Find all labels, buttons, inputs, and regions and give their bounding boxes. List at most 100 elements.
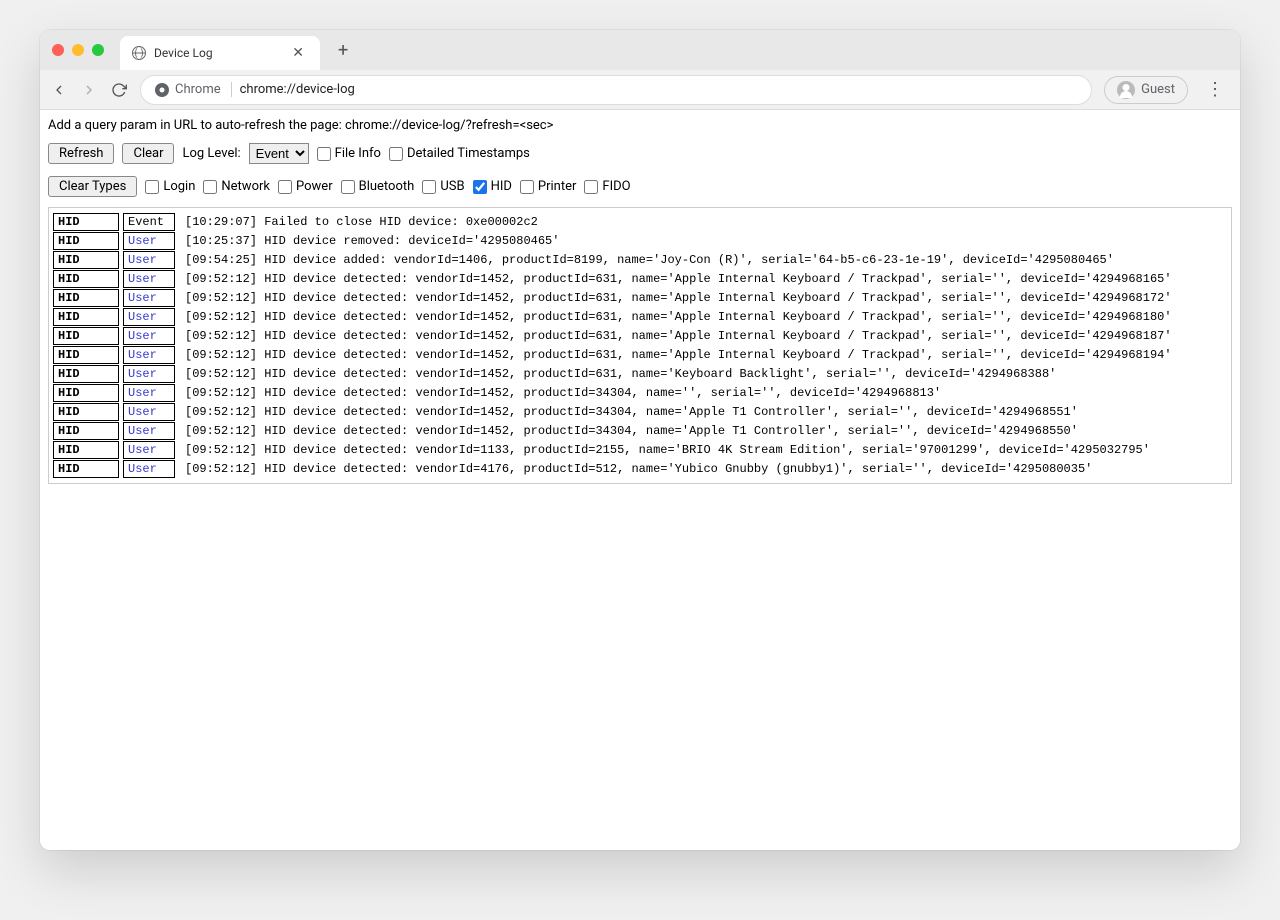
clear-types-button[interactable]: Clear Types — [48, 176, 137, 197]
titlebar: Device Log ✕ + — [40, 30, 1240, 70]
browser-tab[interactable]: Device Log ✕ — [120, 36, 320, 70]
log-message: [10:29:07] Failed to close HID device: 0… — [185, 215, 538, 229]
log-row: HIDUser[09:52:12] HID device detected: v… — [53, 422, 1227, 440]
log-type-tag: HID — [53, 403, 119, 421]
type-filter-checkbox-hid[interactable] — [473, 180, 487, 194]
log-row: HIDUser[09:52:12] HID device detected: v… — [53, 270, 1227, 288]
detailed-timestamps-toggle[interactable]: Detailed Timestamps — [389, 146, 530, 161]
avatar-icon — [1117, 81, 1135, 99]
type-filter-power[interactable]: Power — [278, 179, 333, 194]
toolbar: Chrome chrome://device-log Guest ⋮ — [40, 70, 1240, 110]
window-controls — [52, 44, 104, 56]
log-message: [09:52:12] HID device detected: vendorId… — [185, 272, 1172, 286]
file-info-toggle[interactable]: File Info — [317, 146, 381, 161]
refresh-hint: Add a query param in URL to auto-refresh… — [46, 114, 1234, 137]
log-level-tag: Event — [123, 213, 175, 231]
log-level-tag: User — [123, 327, 175, 345]
detailed-timestamps-checkbox[interactable] — [389, 147, 403, 161]
controls-row-1: Refresh Clear Log Level: Event File Info… — [46, 137, 1234, 170]
type-filter-checkbox-bluetooth[interactable] — [341, 180, 355, 194]
type-filter-login[interactable]: Login — [145, 179, 195, 194]
log-row: HIDUser[09:52:12] HID device detected: v… — [53, 308, 1227, 326]
log-row: HIDUser [09:54:25] HID device added: vend… — [53, 251, 1227, 269]
log-level-tag: User — [123, 403, 175, 421]
log-level-tag: User — [123, 289, 175, 307]
log-level-tag: User — [123, 384, 175, 402]
log-row: HIDUser [09:52:12] HID device detected: v… — [53, 403, 1227, 421]
type-filter-label: Power — [296, 179, 333, 194]
type-filter-checkbox-fido[interactable] — [584, 180, 598, 194]
tab-title: Device Log — [154, 46, 280, 60]
log-type-tag: HID — [53, 422, 119, 440]
log-level-tag: User — [123, 232, 175, 250]
refresh-button[interactable]: Refresh — [48, 143, 114, 164]
log-level-tag: User — [123, 365, 175, 383]
log-row: HIDUser[09:52:12] HID device detected: v… — [53, 365, 1227, 383]
forward-button[interactable] — [80, 81, 98, 99]
type-filter-label: FIDO — [602, 179, 630, 194]
log-message: [09:52:12] HID device detected: vendorId… — [185, 310, 1172, 324]
site-info-chip[interactable]: Chrome — [155, 82, 232, 97]
reload-button[interactable] — [110, 81, 128, 99]
new-tab-button[interactable]: + — [328, 40, 358, 61]
log-level-tag: User — [123, 441, 175, 459]
back-button[interactable] — [50, 81, 68, 99]
clear-button[interactable]: Clear — [122, 143, 174, 164]
log-type-tag: HID — [53, 251, 119, 269]
type-filter-label: Printer — [538, 179, 577, 194]
log-type-tag: HID — [53, 365, 119, 383]
type-filter-network[interactable]: Network — [203, 179, 270, 194]
log-row: HIDUser[09:52:12] HID device detected: v… — [53, 460, 1227, 478]
type-filter-label: Login — [163, 179, 195, 194]
log-row: HIDUser [09:52:12] HID device detected: v… — [53, 441, 1227, 459]
log-type-tag: HID — [53, 346, 119, 364]
log-message: [09:52:12] HID device detected: vendorId… — [185, 291, 1172, 305]
close-window-button[interactable] — [52, 44, 64, 56]
close-tab-button[interactable]: ✕ — [288, 45, 308, 61]
log-type-tag: HID — [53, 384, 119, 402]
profile-label: Guest — [1141, 82, 1175, 97]
type-filter-checkbox-usb[interactable] — [422, 180, 436, 194]
log-level-label: Log Level: — [182, 146, 240, 161]
log-message: [09:52:12] HID device detected: vendorId… — [185, 386, 941, 400]
type-filter-bluetooth[interactable]: Bluetooth — [341, 179, 415, 194]
globe-icon — [132, 46, 146, 60]
type-filter-usb[interactable]: USB — [422, 179, 464, 194]
type-filter-label: HID — [491, 179, 512, 194]
type-filter-fido[interactable]: FIDO — [584, 179, 630, 194]
log-container: HIDEvent[10:29:07] Failed to close HID d… — [48, 207, 1232, 484]
type-filter-label: Bluetooth — [359, 179, 415, 194]
type-filter-checkbox-network[interactable] — [203, 180, 217, 194]
url-text: chrome://device-log — [240, 82, 355, 97]
log-row: HIDUser[09:52:12] HID device detected: v… — [53, 346, 1227, 364]
file-info-label: File Info — [335, 146, 381, 161]
type-filter-label: USB — [440, 179, 464, 194]
log-row: HIDEvent [10:29:07] Failed to close HID d… — [53, 213, 1227, 231]
log-level-tag: User — [123, 251, 175, 269]
type-filter-checkbox-power[interactable] — [278, 180, 292, 194]
log-type-tag: HID — [53, 441, 119, 459]
log-message: [09:54:25] HID device added: vendorId=14… — [185, 253, 1114, 267]
log-type-tag: HID — [53, 213, 119, 231]
type-filter-checkbox-login[interactable] — [145, 180, 159, 194]
address-bar[interactable]: Chrome chrome://device-log — [140, 75, 1092, 105]
log-message: [09:52:12] HID device detected: vendorId… — [185, 405, 1078, 419]
profile-button[interactable]: Guest — [1104, 76, 1188, 104]
browser-window: Device Log ✕ + Chrome chrome://device-lo… — [40, 30, 1240, 850]
type-filter-printer[interactable]: Printer — [520, 179, 577, 194]
log-type-tag: HID — [53, 308, 119, 326]
log-level-tag: User — [123, 460, 175, 478]
detailed-timestamps-label: Detailed Timestamps — [407, 146, 530, 161]
menu-button[interactable]: ⋮ — [1200, 81, 1230, 99]
type-filter-checkbox-printer[interactable] — [520, 180, 534, 194]
site-chip-label: Chrome — [175, 82, 221, 97]
minimize-window-button[interactable] — [72, 44, 84, 56]
log-message: [09:52:12] HID device detected: vendorId… — [185, 462, 1092, 476]
log-message: [09:52:12] HID device detected: vendorId… — [185, 348, 1172, 362]
maximize-window-button[interactable] — [92, 44, 104, 56]
log-message: [09:52:12] HID device detected: vendorId… — [185, 443, 1150, 457]
type-filter-hid[interactable]: HID — [473, 179, 512, 194]
log-level-select[interactable]: Event — [249, 143, 309, 164]
file-info-checkbox[interactable] — [317, 147, 331, 161]
chrome-icon — [155, 83, 169, 97]
